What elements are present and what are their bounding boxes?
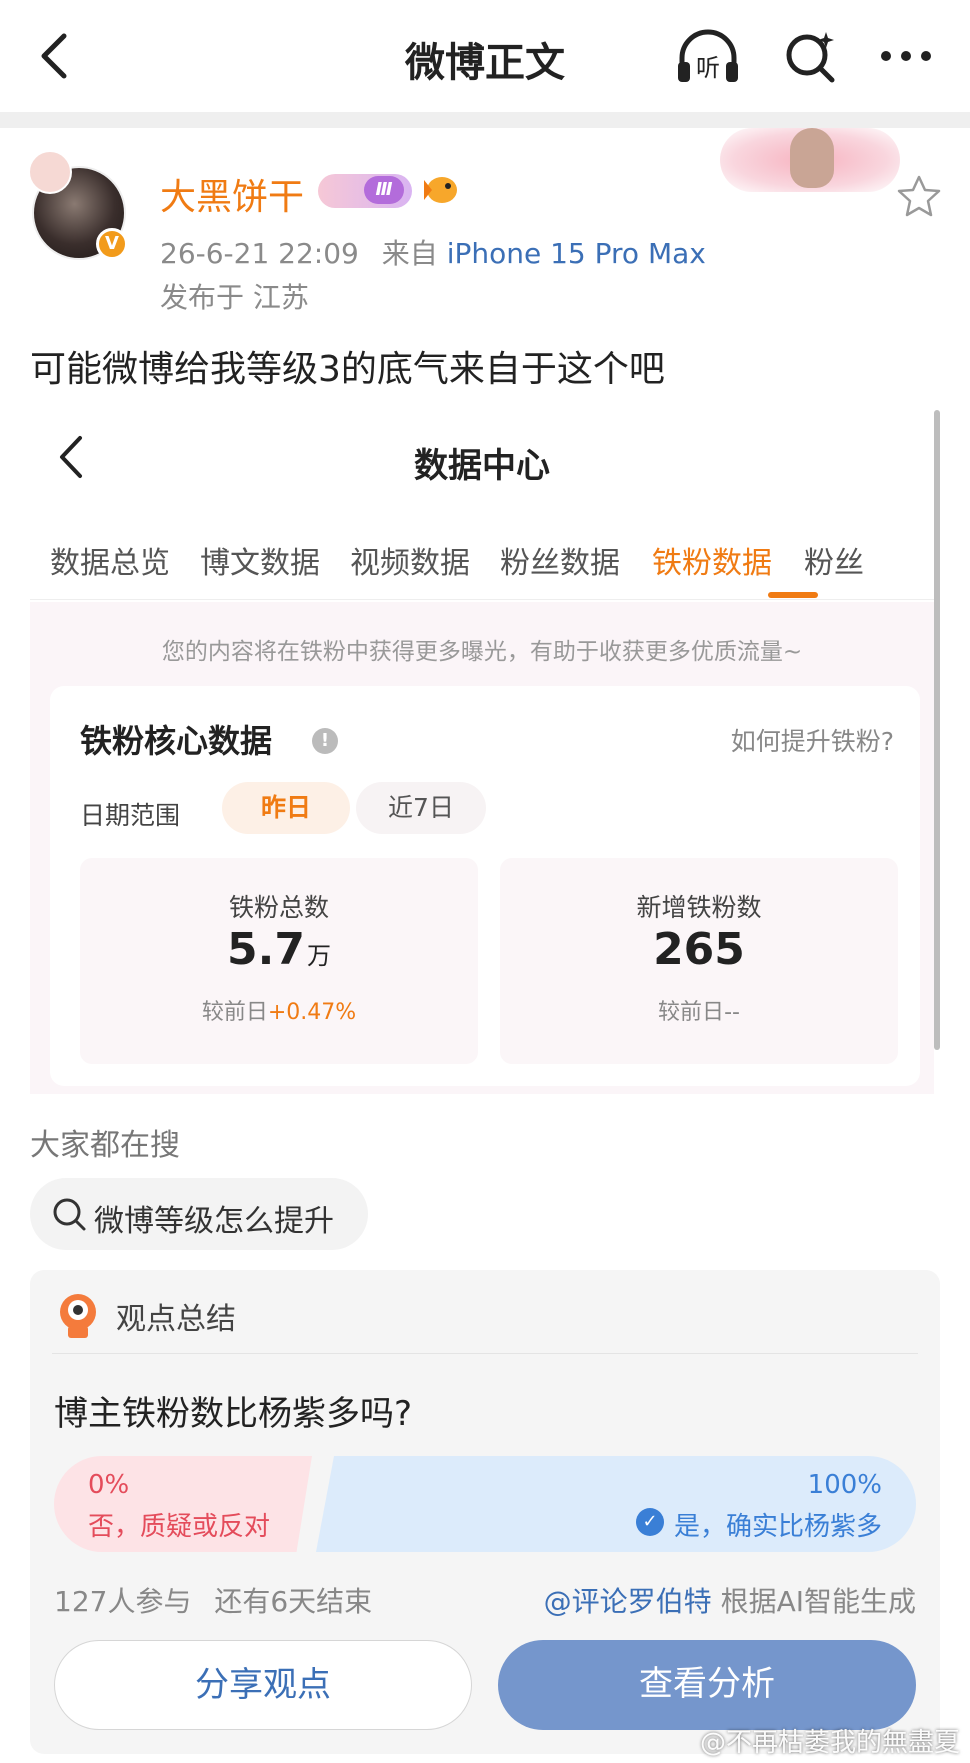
stat-value: 5.7万 — [80, 924, 478, 975]
stat-number: 5.7 — [227, 924, 305, 975]
vote-no-percent: 0% — [88, 1470, 130, 1500]
level-badge-text: Ⅲ — [364, 176, 404, 204]
stat-new-iron-fans: 新增铁粉数 265 较前日-- — [500, 858, 898, 1064]
stat-number: 265 — [653, 924, 745, 975]
vote-no-label: 否，质疑或反对 — [88, 1512, 271, 1542]
scrollbar[interactable] — [934, 410, 940, 1050]
chip-last-7-days: 近7日 — [356, 782, 486, 834]
username[interactable]: 大黑饼干 — [160, 168, 304, 220]
tab-video-data: 视频数据 — [350, 546, 470, 581]
listen-button[interactable]: 听 — [672, 26, 744, 86]
source-label: 来自 — [381, 237, 438, 270]
sticker-face — [790, 128, 834, 188]
vote-yes-percent: 100% — [807, 1470, 882, 1500]
info-icon: ! — [312, 728, 338, 754]
vote-yes-label: 是，确实比杨紫多 — [673, 1512, 882, 1542]
stat-compare: 较前日+0.47% — [80, 994, 478, 1026]
stat-unit: 万 — [306, 942, 331, 970]
tab-fans-data: 粉丝数据 — [500, 546, 620, 581]
avatar-decoration — [28, 150, 72, 194]
stat-value: 265 — [500, 924, 898, 975]
embed-title: 数据中心 — [414, 446, 550, 486]
hot-search-title: 大家都在搜 — [30, 1128, 180, 1163]
section-divider — [0, 112, 970, 128]
credit-user-link[interactable]: @评论罗伯特 — [544, 1585, 712, 1618]
embed-tab-bar: 数据总览 博文数据 视频数据 粉丝数据 铁粉数据 粉丝 — [30, 528, 934, 600]
decorative-sticker — [720, 128, 900, 192]
listen-label: 听 — [696, 54, 720, 82]
more-options-icon[interactable] — [870, 26, 942, 86]
active-tab-indicator — [768, 592, 818, 598]
robot-mascot-icon — [60, 1294, 96, 1338]
opinion-summary-panel: 观点总结 博主铁粉数比杨紫多吗? 0% 否，质疑或反对 100% ✓ 是，确实比… — [30, 1270, 940, 1754]
embed-body: 您的内容将在铁粉中获得更多曝光，有助于收获更多优质流量~ 铁粉核心数据 ! 如何… — [30, 602, 934, 1094]
opinion-stats: 127人参与 还有6天结束 — [54, 1580, 372, 1620]
stat-compare: 较前日-- — [500, 994, 898, 1026]
compare-value: +0.47% — [267, 1000, 357, 1025]
stat-label: 铁粉总数 — [228, 893, 329, 922]
vote-options: 0% 否，质疑或反对 100% ✓ 是，确实比杨紫多 — [54, 1456, 916, 1552]
exposure-notice: 您的内容将在铁粉中获得更多曝光，有助于收获更多优质流量~ — [161, 639, 803, 665]
device-source[interactable]: iPhone 15 Pro Max — [447, 237, 706, 270]
share-opinion-button[interactable]: 分享观点 — [54, 1640, 472, 1730]
time-remaining: 还有6天结束 — [214, 1585, 373, 1618]
tab-overview: 数据总览 — [50, 546, 170, 581]
stat-total-iron-fans: 铁粉总数 5.7万 较前日+0.47% — [80, 858, 478, 1064]
participants-count: 127人参与 — [54, 1585, 192, 1618]
hot-search-query: 微博等级怎么提升 — [94, 1204, 334, 1239]
headphones-icon: 听 — [678, 29, 738, 82]
compare-value: -- — [724, 1000, 740, 1025]
embed-header: 数据中心 — [30, 410, 934, 510]
tab-fans-truncated: 粉丝 — [804, 546, 864, 581]
post-location: 发布于 江苏 — [160, 281, 309, 314]
tab-iron-fans-data: 铁粉数据 — [652, 546, 772, 581]
stat-label: 新增铁粉数 — [636, 893, 762, 922]
card-title: 铁粉核心数据 — [80, 722, 273, 760]
verified-badge-icon: V — [96, 228, 128, 260]
how-to-increase-link: 如何提升铁粉? — [730, 727, 894, 756]
post-time: 26-6-21 22:09 — [160, 237, 359, 270]
post-meta: 26-6-21 22:09 来自 iPhone 15 Pro Max — [160, 232, 706, 272]
opinion-title: 观点总结 — [116, 1302, 236, 1337]
opinion-credit: @评论罗伯特 根据AI智能生成 — [544, 1580, 916, 1620]
compare-label: 较前日 — [658, 1000, 725, 1025]
fish-badge-icon[interactable] — [420, 172, 460, 208]
chip-yesterday: 昨日 — [222, 782, 350, 834]
favorite-star-icon[interactable] — [896, 174, 942, 218]
compare-label: 较前日 — [201, 1000, 268, 1025]
search-icon[interactable] — [780, 26, 840, 86]
search-icon — [53, 1198, 86, 1231]
hot-search-chip[interactable]: 微博等级怎么提升 — [30, 1178, 368, 1250]
post-body-text: 可能微博给我等级3的底气来自于这个吧 — [30, 349, 665, 390]
opinion-question: 博主铁粉数比杨紫多吗? — [54, 1394, 413, 1434]
checkmark-icon: ✓ — [636, 1508, 664, 1536]
date-range-label: 日期范围 — [80, 801, 181, 830]
vote-option-no[interactable]: 0% 否，质疑或反对 — [54, 1456, 312, 1552]
opinion-header: 观点总结 — [52, 1270, 918, 1354]
vote-option-yes[interactable]: 100% ✓ 是，确实比杨紫多 — [316, 1456, 916, 1552]
view-analysis-button[interactable]: 查看分析 — [498, 1640, 916, 1730]
embedded-screenshot[interactable]: 数据中心 数据总览 博文数据 视频数据 粉丝数据 铁粉数据 粉丝 您的内容将在铁… — [30, 410, 940, 1094]
credit-text: 根据AI智能生成 — [720, 1585, 916, 1618]
iron-fans-core-card: 铁粉核心数据 ! 如何提升铁粉? 日期范围 昨日 近7日 铁粉总数 5.7万 较… — [50, 686, 920, 1086]
top-bar: 微博正文 听 — [0, 0, 970, 112]
tab-post-data: 博文数据 — [200, 546, 320, 581]
watermark: @不再枯萎我的無盡夏 — [699, 1728, 960, 1758]
level-badge[interactable]: Ⅲ — [318, 174, 412, 208]
